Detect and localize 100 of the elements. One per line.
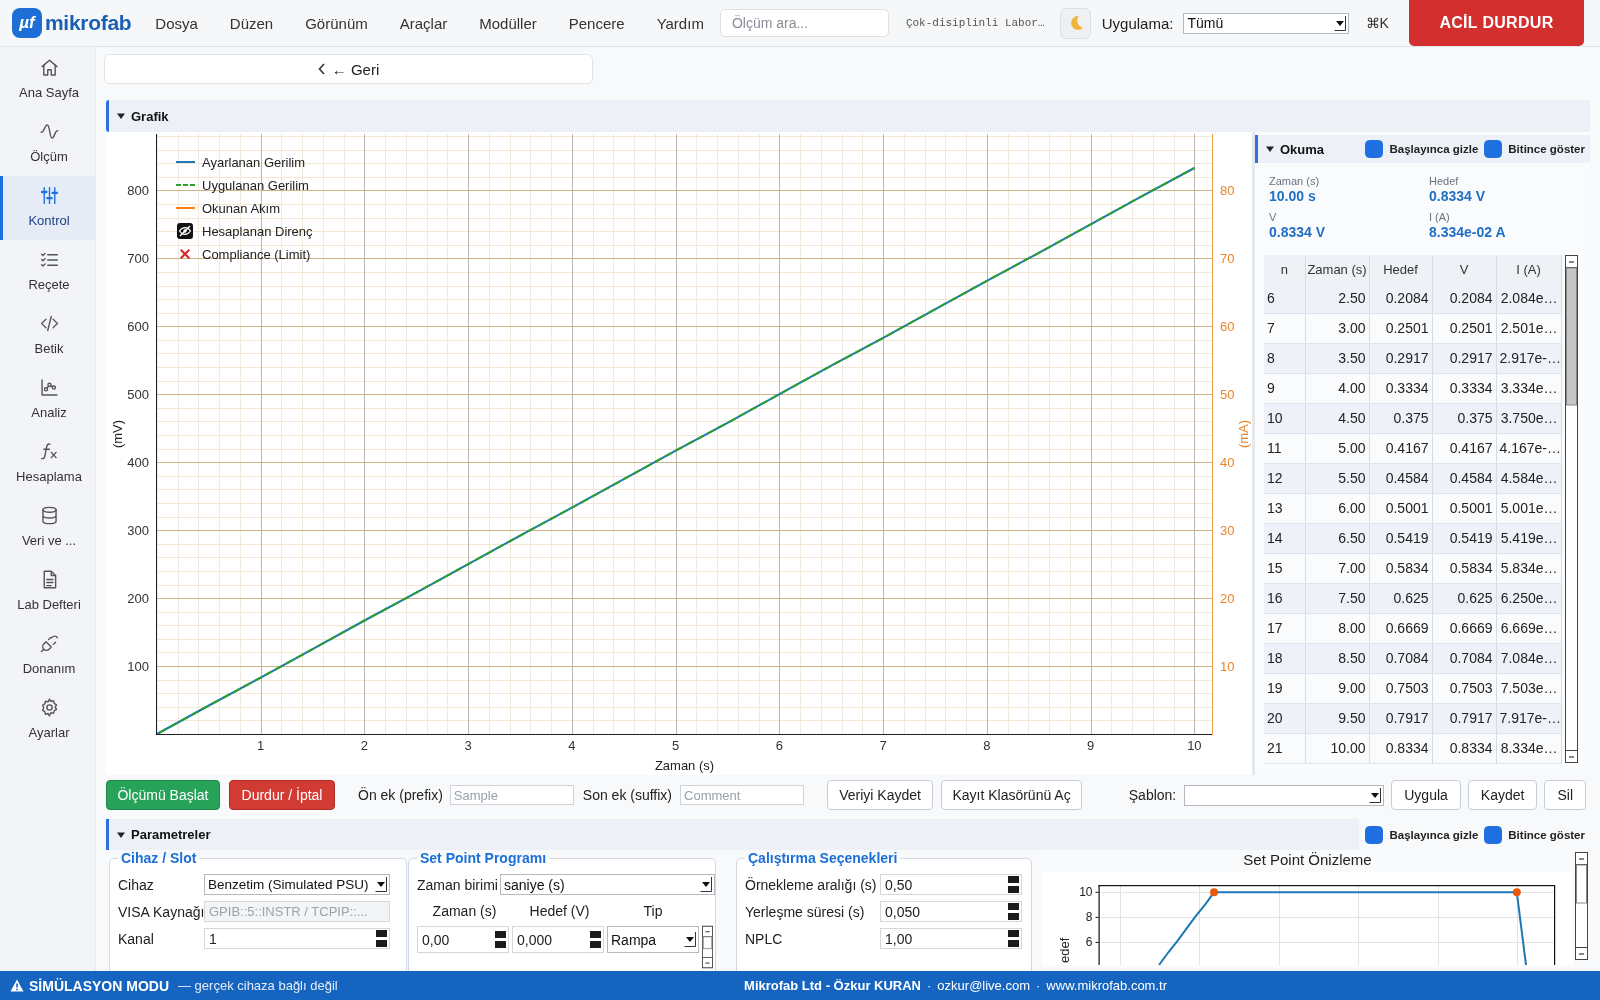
axis-tick-label: 20: [1220, 590, 1235, 606]
table-cell: 5.001e…: [1496, 493, 1561, 523]
save-data-button[interactable]: Veriyi Kaydet: [827, 780, 934, 810]
menu-item[interactable]: Araçlar: [383, 8, 464, 38]
sidebar-item[interactable]: Hesaplama: [0, 432, 95, 496]
reading-value: 0.8334 V: [1269, 224, 1327, 241]
open-folder-button[interactable]: Kayıt Klasörünü Aç: [941, 780, 1083, 810]
table-cell: 0.375: [1432, 403, 1496, 433]
column-header: I (A): [1496, 255, 1561, 283]
stepper-icon[interactable]: [1008, 930, 1019, 947]
dropdown-arrow-icon: [1369, 787, 1382, 803]
table-cell: 0.4167: [1432, 433, 1496, 463]
sidebar-item[interactable]: Betik: [0, 304, 95, 368]
axis-tick-label: 2: [360, 738, 369, 753]
logo-mark: µf: [12, 8, 42, 38]
checkbox-label[interactable]: Başlayınca gizle: [1389, 143, 1479, 155]
number-field[interactable]: 0,00: [417, 926, 509, 953]
checkbox-label[interactable]: Başlayınca gizle: [1389, 828, 1479, 841]
menu-item[interactable]: Dosya: [139, 8, 214, 38]
sidebar-item[interactable]: Reçete: [0, 240, 95, 304]
group-title: Set Point Programı: [419, 850, 548, 866]
stepper-icon[interactable]: [1008, 903, 1019, 920]
stop-button[interactable]: Durdur / İptal: [229, 780, 335, 810]
caret-icon[interactable]: [1266, 145, 1274, 153]
legend-label: Ayarlanan Gerilim: [202, 154, 306, 170]
sidebar-item[interactable]: Analiz: [0, 368, 95, 432]
axis-tick-label: 5: [672, 738, 680, 753]
reading-value: 10.00 s: [1269, 188, 1317, 205]
app-dropdown[interactable]: Tümü: [1183, 12, 1349, 34]
menu-item[interactable]: Modüller: [463, 8, 553, 38]
legend-label: Uygulanan Gerilim: [202, 177, 309, 193]
sidebar-item[interactable]: Ölçüm: [0, 112, 95, 176]
table-cell: 3.00: [1305, 313, 1369, 343]
table-cell: 8: [1264, 343, 1305, 373]
sidebar-item[interactable]: Lab Defteri: [0, 560, 95, 624]
menu-item[interactable]: Yardım: [640, 8, 720, 38]
table-cell: 0.3334: [1369, 373, 1432, 403]
sidebar-item[interactable]: Kontrol: [0, 176, 95, 240]
emergency-stop-button[interactable]: ACİL DURDUR: [1408, 0, 1584, 46]
number-field[interactable]: 1: [204, 928, 390, 949]
table-cell: 6: [1264, 283, 1305, 313]
stepper-icon[interactable]: [1008, 876, 1019, 893]
template-action-button[interactable]: Kaydet: [1467, 780, 1538, 810]
table-cell: 7.503e…: [1496, 673, 1561, 703]
sidebar-item[interactable]: Ana Sayfa: [0, 48, 95, 112]
number-field[interactable]: 0,050: [880, 901, 1022, 922]
search-field[interactable]: Ölçüm ara...: [719, 9, 889, 37]
checkbox[interactable]: [1365, 140, 1384, 158]
sidebar-item[interactable]: Ayarlar: [0, 688, 95, 752]
checkbox-label[interactable]: Bitince göster: [1508, 828, 1585, 841]
axis-tick-label: 60: [1220, 318, 1235, 334]
number-field[interactable]: 0,50: [880, 874, 1022, 895]
eye-slash-icon[interactable]: [177, 223, 193, 239]
axis-tick-label: 40: [1220, 454, 1235, 470]
point-marker-icon: [1210, 888, 1219, 897]
field-label: Örnekleme aralığı (s): [745, 876, 878, 893]
axis-tick-label: 50: [1220, 386, 1235, 402]
dropdown[interactable]: saniye (s): [500, 874, 715, 895]
table-cell: 0.7084: [1369, 643, 1432, 673]
prefix-field[interactable]: Sample: [449, 785, 574, 805]
axis-tick-label: 9: [1087, 738, 1095, 753]
stepper-icon[interactable]: [590, 931, 601, 948]
stepper-icon[interactable]: [495, 931, 506, 948]
axis-tick-label: 600: [127, 318, 149, 334]
sidebar-item[interactable]: Veri ve ...: [0, 496, 95, 560]
dropdown[interactable]: Benzetim (Simulated PSU): [204, 874, 390, 895]
axis-tick-label: 30: [1220, 522, 1235, 538]
number-field[interactable]: 0,000: [512, 926, 604, 953]
menu-item[interactable]: Pencere: [552, 8, 641, 38]
caret-icon[interactable]: [117, 830, 125, 839]
stepper-icon[interactable]: [376, 930, 387, 947]
template-action-button[interactable]: Uygula: [1391, 780, 1461, 810]
table-cell: 4.00: [1305, 373, 1369, 403]
table-cell: 0.5419: [1432, 523, 1496, 553]
table-cell: 16: [1264, 583, 1305, 613]
sidebar-item[interactable]: Donanım: [0, 624, 95, 688]
table-cell: 3.50: [1305, 343, 1369, 373]
dropdown[interactable]: Rampa: [607, 926, 699, 953]
menu-item[interactable]: Düzen: [213, 8, 290, 38]
axis-tick-label: 500: [127, 386, 149, 402]
checkbox-label[interactable]: Bitince göster: [1508, 143, 1585, 155]
table-cell: 7: [1264, 313, 1305, 343]
back-button[interactable]: ← Geri: [104, 54, 593, 84]
table-cell: 12: [1264, 463, 1305, 493]
table-cell: 0.3334: [1432, 373, 1496, 403]
caret-icon[interactable]: [117, 112, 125, 120]
checkbox[interactable]: [1484, 825, 1503, 844]
table-cell: 0.2501: [1432, 313, 1496, 343]
table-cell: 20: [1264, 703, 1305, 733]
number-field[interactable]: 1,00: [880, 928, 1022, 949]
table-cell: 7.917e-…: [1496, 703, 1561, 733]
checkbox[interactable]: [1365, 825, 1384, 844]
axis-tick-label: 200: [127, 590, 149, 606]
checkbox[interactable]: [1484, 140, 1503, 158]
axis-tick-label: 80: [1220, 182, 1235, 198]
suffix-field[interactable]: Comment: [680, 785, 805, 805]
template-action-button[interactable]: Sil: [1544, 780, 1586, 810]
menu-item[interactable]: Görünüm: [289, 8, 384, 38]
reading-label: Hedef: [1429, 175, 1460, 188]
table-cell: 0.625: [1369, 583, 1432, 613]
